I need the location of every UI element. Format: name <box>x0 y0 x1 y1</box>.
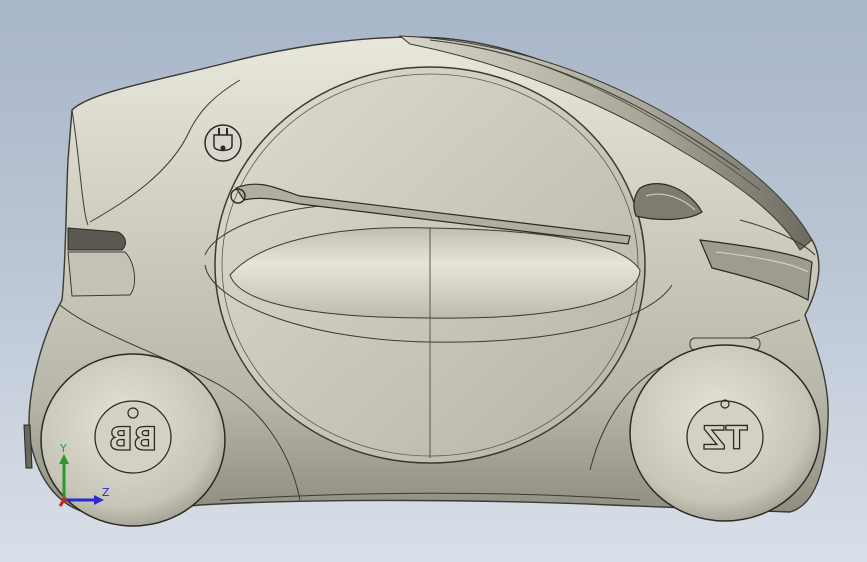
rear-wheel: TZ <box>629 344 821 522</box>
car-model[interactable]: BB TZ <box>0 0 867 562</box>
z-axis-label: Z <box>102 486 110 499</box>
plug-icon <box>204 124 242 162</box>
door-bulge <box>229 227 641 319</box>
graphics-viewport[interactable]: BB TZ Y Z <box>0 0 867 562</box>
front-intake <box>67 251 136 297</box>
rear-hub-logo: TZ <box>702 419 747 457</box>
front-hub-logo: BB <box>109 420 158 458</box>
front-bumper-edge <box>23 424 33 469</box>
y-axis-label: Y <box>60 442 67 455</box>
